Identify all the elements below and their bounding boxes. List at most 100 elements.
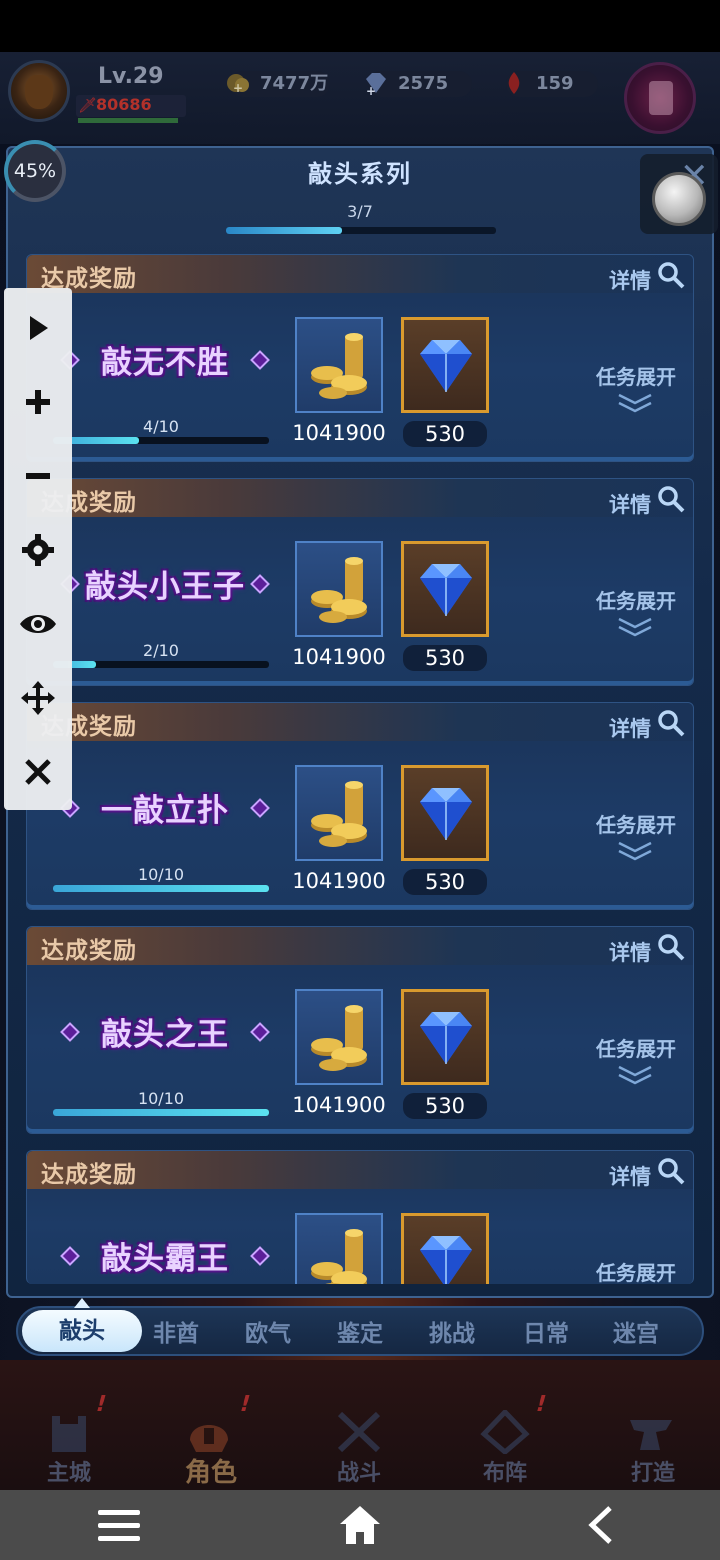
diamond-value: 2575 — [398, 73, 449, 94]
crossed-swords-icon — [337, 1411, 381, 1453]
expand-tasks-button[interactable]: 任务展开 — [591, 361, 681, 390]
chevron-down-icon — [618, 1065, 652, 1085]
tab-qiaotou[interactable]: 敲头 — [22, 1310, 142, 1352]
chevron-down-icon — [618, 841, 652, 861]
achievement-title: 一敲立扑 — [60, 785, 270, 831]
gold-reward-slot[interactable] — [295, 541, 383, 637]
title-ornament — [250, 350, 270, 370]
tab-jianding[interactable]: 鉴定 — [314, 1314, 406, 1348]
achievement-title: 敲头霸王 — [60, 1233, 270, 1279]
tab-tiaozhan[interactable]: 挑战 — [406, 1314, 498, 1348]
gold-counter[interactable]: + 7477万 — [227, 71, 330, 97]
nav-character[interactable]: 角色 — [166, 1452, 256, 1489]
diamond-reward-slot[interactable] — [401, 317, 489, 413]
achievement-title-text: 敲头小王子 — [85, 569, 245, 605]
gold-reward-slot[interactable] — [295, 765, 383, 861]
move-icon[interactable] — [18, 678, 58, 718]
gold-coins-icon — [311, 1005, 367, 1071]
panel-title: 敲头系列 — [308, 160, 412, 188]
series-progress-bar — [226, 227, 496, 234]
nav-formation[interactable]: 布阵 — [460, 1455, 550, 1487]
player-avatar[interactable] — [8, 60, 70, 122]
achievement-card: 达成奖励 详情 敲头小王子 2/10 1041900 530 任务展开 — [26, 478, 694, 686]
gear-icon[interactable] — [18, 530, 58, 570]
details-link[interactable]: 详情 — [609, 713, 651, 743]
expand-tasks-button[interactable]: 任务展开 — [591, 1257, 681, 1284]
play-icon[interactable] — [18, 308, 58, 348]
gold-coin-icon: + — [227, 74, 249, 95]
tab-migong[interactable]: 迷宫 — [590, 1314, 682, 1348]
player-level: Lv.29 — [98, 64, 164, 89]
expand-tasks-button[interactable]: 任务展开 — [591, 1033, 681, 1062]
nav-battle[interactable]: 战斗 — [314, 1455, 404, 1487]
tab-feiqiu[interactable]: 非酋 — [130, 1314, 222, 1348]
blue-diamond-icon — [420, 564, 472, 616]
chevron-down-icon — [618, 617, 652, 637]
diamond-reward-slot[interactable] — [401, 541, 489, 637]
gold-reward-slot[interactable] — [295, 1213, 383, 1284]
ruby-icon — [508, 72, 520, 94]
minus-icon[interactable] — [18, 456, 58, 496]
tab-richang[interactable]: 日常 — [500, 1314, 592, 1348]
diamond-reward-slot[interactable] — [401, 1213, 489, 1284]
reward-header-label: 达成奖励 — [41, 1162, 137, 1188]
details-link[interactable]: 详情 — [609, 489, 651, 519]
magnifier-icon — [658, 1158, 685, 1185]
diamond-reward-slot[interactable] — [401, 989, 489, 1085]
achievement-progress-fill — [53, 1109, 269, 1116]
home-icon[interactable] — [338, 1504, 382, 1546]
gold-reward-qty: 1041900 — [292, 1093, 386, 1117]
chevron-down-icon — [618, 393, 652, 413]
tab-ouqi[interactable]: 欧气 — [222, 1314, 314, 1348]
gold-coins-icon — [311, 333, 367, 399]
formation-icon — [480, 1410, 530, 1454]
active-tab-pointer — [74, 1298, 90, 1308]
helmet-icon — [190, 1425, 228, 1452]
title-ornament — [60, 1246, 80, 1266]
achievement-title-text: 一敲立扑 — [101, 793, 229, 829]
series-progress-fill — [226, 227, 342, 234]
diamond-reward-qty: 530 — [403, 645, 487, 671]
menu-icon[interactable] — [98, 1508, 140, 1544]
diamond-reward-qty: 530 — [403, 421, 487, 447]
achievement-progress-bar — [53, 1109, 269, 1116]
gold-reward-slot[interactable] — [295, 989, 383, 1085]
blue-diamond-icon — [420, 1012, 472, 1064]
blue-diamond-icon — [420, 340, 472, 392]
achievement-progress-text: 10/10 — [137, 1089, 185, 1108]
achievement-title: 敲头小王子 — [60, 561, 270, 607]
achievement-card: 达成奖励 详情 敲无不胜 4/10 1041900 530 任务展开 — [26, 254, 694, 462]
floating-toolbar — [4, 288, 72, 810]
gold-coins-icon — [311, 1229, 367, 1284]
ruby-counter[interactable]: 159 — [506, 71, 598, 97]
gold-reward-slot[interactable] — [295, 317, 383, 413]
completion-percent-badge[interactable]: 45% — [4, 140, 66, 202]
expand-tasks-button[interactable]: 任务展开 — [591, 585, 681, 614]
title-ornament — [250, 1022, 270, 1042]
details-link[interactable]: 详情 — [609, 1161, 651, 1191]
close-button[interactable]: ✕ — [640, 154, 718, 234]
expand-tasks-button[interactable]: 任务展开 — [591, 809, 681, 838]
achievement-progress-bar — [53, 885, 269, 892]
close-icon[interactable] — [18, 752, 58, 792]
title-ornament — [250, 574, 270, 594]
nav-main-city[interactable]: 主城 — [24, 1455, 114, 1487]
magnifier-icon — [658, 934, 685, 961]
assistive-touch-ball[interactable] — [652, 172, 706, 226]
details-link[interactable]: 详情 — [609, 937, 651, 967]
quest-scroll-button[interactable] — [624, 62, 696, 134]
back-icon[interactable] — [586, 1504, 614, 1546]
magnifier-icon — [658, 486, 685, 513]
achievement-title: 敲头之王 — [60, 1009, 270, 1055]
eye-icon[interactable] — [18, 604, 58, 644]
gold-reward-qty: 1041900 — [292, 869, 386, 893]
plus-icon[interactable] — [18, 382, 58, 422]
blue-diamond-icon — [420, 1236, 472, 1284]
achievement-progress-text: 10/10 — [137, 865, 185, 884]
nav-forge[interactable]: 打造 — [608, 1455, 698, 1487]
svg-text:+: + — [366, 84, 376, 97]
system-navigation-bar — [0, 1490, 720, 1560]
details-link[interactable]: 详情 — [609, 265, 651, 295]
diamond-reward-slot[interactable] — [401, 765, 489, 861]
diamond-counter[interactable]: + 2575 — [366, 71, 472, 97]
